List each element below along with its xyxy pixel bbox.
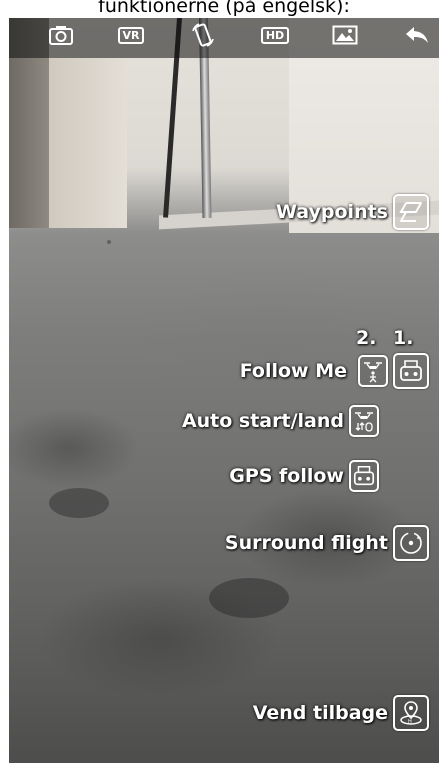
waypoints-row: Waypoints <box>276 194 429 230</box>
gps-follow-label: GPS follow <box>229 465 344 487</box>
surround-flight-row: Surround flight <box>225 525 429 561</box>
gps-controller-icon <box>353 466 375 486</box>
waypoints-button[interactable] <box>393 194 429 230</box>
auto-start-land-button[interactable] <box>349 405 379 437</box>
follow-me-controller-button[interactable] <box>393 353 429 389</box>
carpet-speck <box>49 488 109 518</box>
orbit-icon <box>400 532 422 554</box>
return-home-row: Vend tilbage H <box>253 695 429 731</box>
follow-me-row: Follow Me <box>240 353 429 389</box>
takeoff-land-icon <box>355 412 373 432</box>
home-location-icon: H <box>400 701 422 725</box>
camera-view: VR HD Waypoints 2. 1. Follow Me Auto sta… <box>9 18 439 763</box>
hd-label: HD <box>260 26 290 44</box>
follow-me-label: Follow Me <box>239 360 347 382</box>
return-home-button[interactable]: H <box>393 695 429 731</box>
hd-icon[interactable]: HD <box>260 24 290 46</box>
surround-flight-button[interactable] <box>393 525 429 561</box>
option-number-1: 1. <box>393 327 414 349</box>
background-door <box>49 58 127 228</box>
caption-text: funktionerne (på engelsk): <box>0 0 448 18</box>
carpet-speck <box>209 578 289 618</box>
vr-icon[interactable]: VR <box>117 24 145 46</box>
back-arrow-icon[interactable] <box>403 24 431 46</box>
auto-start-land-label: Auto start/land <box>181 410 344 432</box>
surround-flight-label: Surround flight <box>224 532 388 554</box>
top-toolbar: VR HD <box>9 18 439 58</box>
option-number-2: 2. <box>356 327 377 349</box>
auto-start-land-row: Auto start/land <box>182 405 379 437</box>
return-home-label: Vend tilbage <box>252 702 388 724</box>
gps-follow-row: GPS follow <box>229 460 379 492</box>
follow-me-drone-button[interactable] <box>358 355 388 387</box>
waypoints-label: Waypoints <box>276 201 388 223</box>
rotate-phone-icon[interactable] <box>189 22 217 48</box>
gallery-icon[interactable] <box>331 24 359 46</box>
svg-text:H: H <box>408 719 412 725</box>
waypoints-icon <box>399 202 422 222</box>
carpet-speck <box>107 240 111 244</box>
gps-follow-button[interactable] <box>349 460 379 492</box>
camera-icon[interactable] <box>47 24 75 46</box>
vr-label: VR <box>117 26 145 44</box>
remote-controller-icon <box>400 360 422 381</box>
drone-person-icon <box>364 362 382 383</box>
